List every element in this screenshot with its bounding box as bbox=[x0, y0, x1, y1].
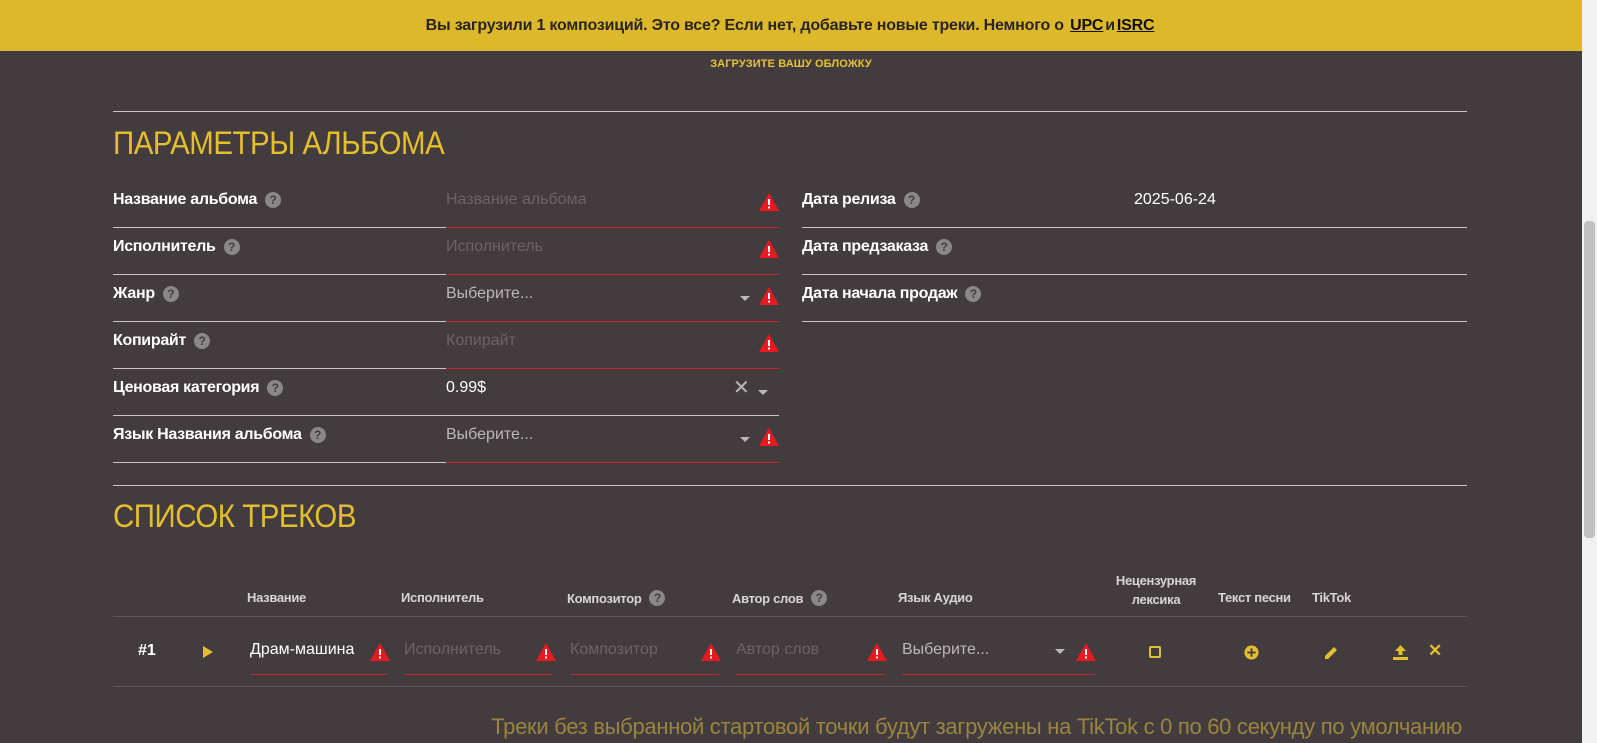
help-icon[interactable]: ? bbox=[903, 192, 920, 208]
track-lyricist-input[interactable]: Автор слов bbox=[736, 641, 819, 659]
col-header-lyricist: Автор слов? bbox=[732, 590, 828, 606]
help-icon[interactable]: ? bbox=[265, 192, 282, 208]
warning-icon bbox=[370, 643, 390, 661]
chevron-down-icon[interactable] bbox=[740, 437, 750, 442]
album-params-title: ПАРАМЕТРЫ АЛЬБОМА bbox=[113, 125, 445, 161]
scrollbar-thumb[interactable] bbox=[1584, 221, 1595, 538]
help-icon[interactable]: ? bbox=[649, 590, 666, 606]
field-row-artist: Исполнитель? Исполнитель bbox=[113, 228, 779, 275]
chevron-down-icon[interactable] bbox=[740, 296, 750, 301]
release-date-input[interactable]: 2025-06-24 bbox=[1134, 191, 1216, 209]
price-category-select[interactable]: 0.99$ bbox=[446, 379, 486, 397]
warning-icon bbox=[759, 334, 779, 352]
field-label: Дата релиза? bbox=[802, 191, 920, 209]
col-header-lyrics: Текст песни bbox=[1218, 590, 1291, 605]
upload-cover-link[interactable]: ЗАГРУЗИТЕ ВАШУ ОБЛОЖКУ bbox=[0, 58, 1582, 70]
warning-icon bbox=[536, 643, 556, 661]
col-header-explicit: Нецензурная лексика bbox=[1115, 573, 1197, 607]
chevron-down-icon[interactable] bbox=[1055, 649, 1065, 654]
genre-select[interactable]: Выберите... bbox=[446, 285, 533, 303]
field-label: Копирайт? bbox=[113, 332, 210, 350]
edit-tiktok-icon[interactable] bbox=[1323, 645, 1339, 661]
field-row-album-name: Название альбома? Название альбома bbox=[113, 181, 779, 228]
field-row-price-category: Ценовая категория? 0.99$ ✕ bbox=[113, 369, 779, 416]
table-header-divider bbox=[113, 616, 1467, 617]
track-number: #1 bbox=[138, 642, 156, 659]
track-artist-input[interactable]: Исполнитель bbox=[404, 641, 501, 659]
field-row-preorder-date: Дата предзаказа? bbox=[802, 228, 1467, 275]
banner-and: и bbox=[1105, 16, 1115, 34]
field-label: Ценовая категория? bbox=[113, 379, 284, 397]
page-scrollbar[interactable] bbox=[1582, 0, 1597, 743]
clear-icon[interactable]: ✕ bbox=[733, 375, 750, 400]
field-row-sales-start-date: Дата начала продаж? bbox=[802, 275, 1467, 322]
divider bbox=[113, 485, 1467, 486]
col-header-composer: Композитор? bbox=[567, 590, 666, 606]
field-label: Язык Названия альбома? bbox=[113, 426, 326, 444]
copyright-input[interactable]: Копирайт bbox=[446, 332, 516, 350]
col-header-artist: Исполнитель bbox=[401, 590, 484, 605]
table-row-divider bbox=[113, 686, 1467, 687]
help-icon[interactable]: ? bbox=[162, 286, 179, 302]
isrc-link[interactable]: ISRC bbox=[1117, 17, 1155, 35]
help-icon[interactable]: ? bbox=[223, 239, 240, 255]
field-row-title-language: Язык Названия альбома? Выберите... bbox=[113, 416, 779, 463]
col-header-tiktok: TikTok bbox=[1312, 590, 1351, 605]
track-list-title: СПИСОК ТРЕКОВ bbox=[113, 498, 357, 534]
help-icon[interactable]: ? bbox=[309, 427, 326, 443]
warning-icon bbox=[759, 287, 779, 305]
help-icon[interactable]: ? bbox=[267, 380, 284, 396]
warning-icon bbox=[759, 240, 779, 258]
field-label: Жанр? bbox=[113, 285, 179, 303]
field-label: Исполнитель? bbox=[113, 238, 240, 256]
track-audio-language-select[interactable]: Выберите... bbox=[902, 641, 989, 659]
field-label: Дата начала продаж? bbox=[802, 285, 982, 303]
add-lyrics-icon[interactable] bbox=[1244, 645, 1259, 660]
help-icon[interactable]: ? bbox=[965, 286, 982, 302]
track-composer-input[interactable]: Композитор bbox=[570, 641, 658, 659]
field-row-release-date: Дата релиза? 2025-06-24 bbox=[802, 181, 1467, 228]
help-icon[interactable]: ? bbox=[936, 239, 953, 255]
explicit-checkbox[interactable] bbox=[1149, 646, 1161, 658]
divider bbox=[113, 111, 1467, 112]
title-language-select[interactable]: Выберите... bbox=[446, 426, 533, 444]
field-label: Название альбома? bbox=[113, 191, 282, 209]
upload-icon[interactable] bbox=[1392, 644, 1409, 661]
col-header-name: Название bbox=[247, 590, 306, 605]
field-row-copyright: Копирайт? Копирайт bbox=[113, 322, 779, 369]
play-icon[interactable] bbox=[202, 645, 214, 659]
warning-icon bbox=[701, 643, 721, 661]
banner-text: Вы загрузили 1 композиций. Это все? Если… bbox=[425, 16, 1064, 34]
track-name-input[interactable]: Драм-машина bbox=[250, 641, 354, 659]
field-row-genre: Жанр? Выберите... bbox=[113, 275, 779, 322]
artist-input[interactable]: Исполнитель bbox=[446, 238, 543, 256]
field-label: Дата предзаказа? bbox=[802, 238, 953, 256]
upc-link[interactable]: UPC bbox=[1070, 17, 1103, 35]
delete-track-icon[interactable]: ✕ bbox=[1428, 641, 1442, 661]
warning-icon bbox=[759, 193, 779, 211]
info-banner: Вы загрузили 1 композиций. Это все? Если… bbox=[0, 0, 1582, 51]
help-icon[interactable]: ? bbox=[811, 590, 828, 606]
col-header-audio-language: Язык Аудио bbox=[898, 590, 973, 605]
warning-icon bbox=[867, 643, 887, 661]
help-icon[interactable]: ? bbox=[193, 333, 210, 349]
chevron-down-icon[interactable] bbox=[758, 390, 768, 395]
tiktok-note: Треки без выбранной стартовой точки буду… bbox=[491, 714, 1462, 739]
warning-icon bbox=[1076, 643, 1096, 661]
album-name-input[interactable]: Название альбома bbox=[446, 191, 586, 209]
warning-icon bbox=[759, 428, 779, 446]
